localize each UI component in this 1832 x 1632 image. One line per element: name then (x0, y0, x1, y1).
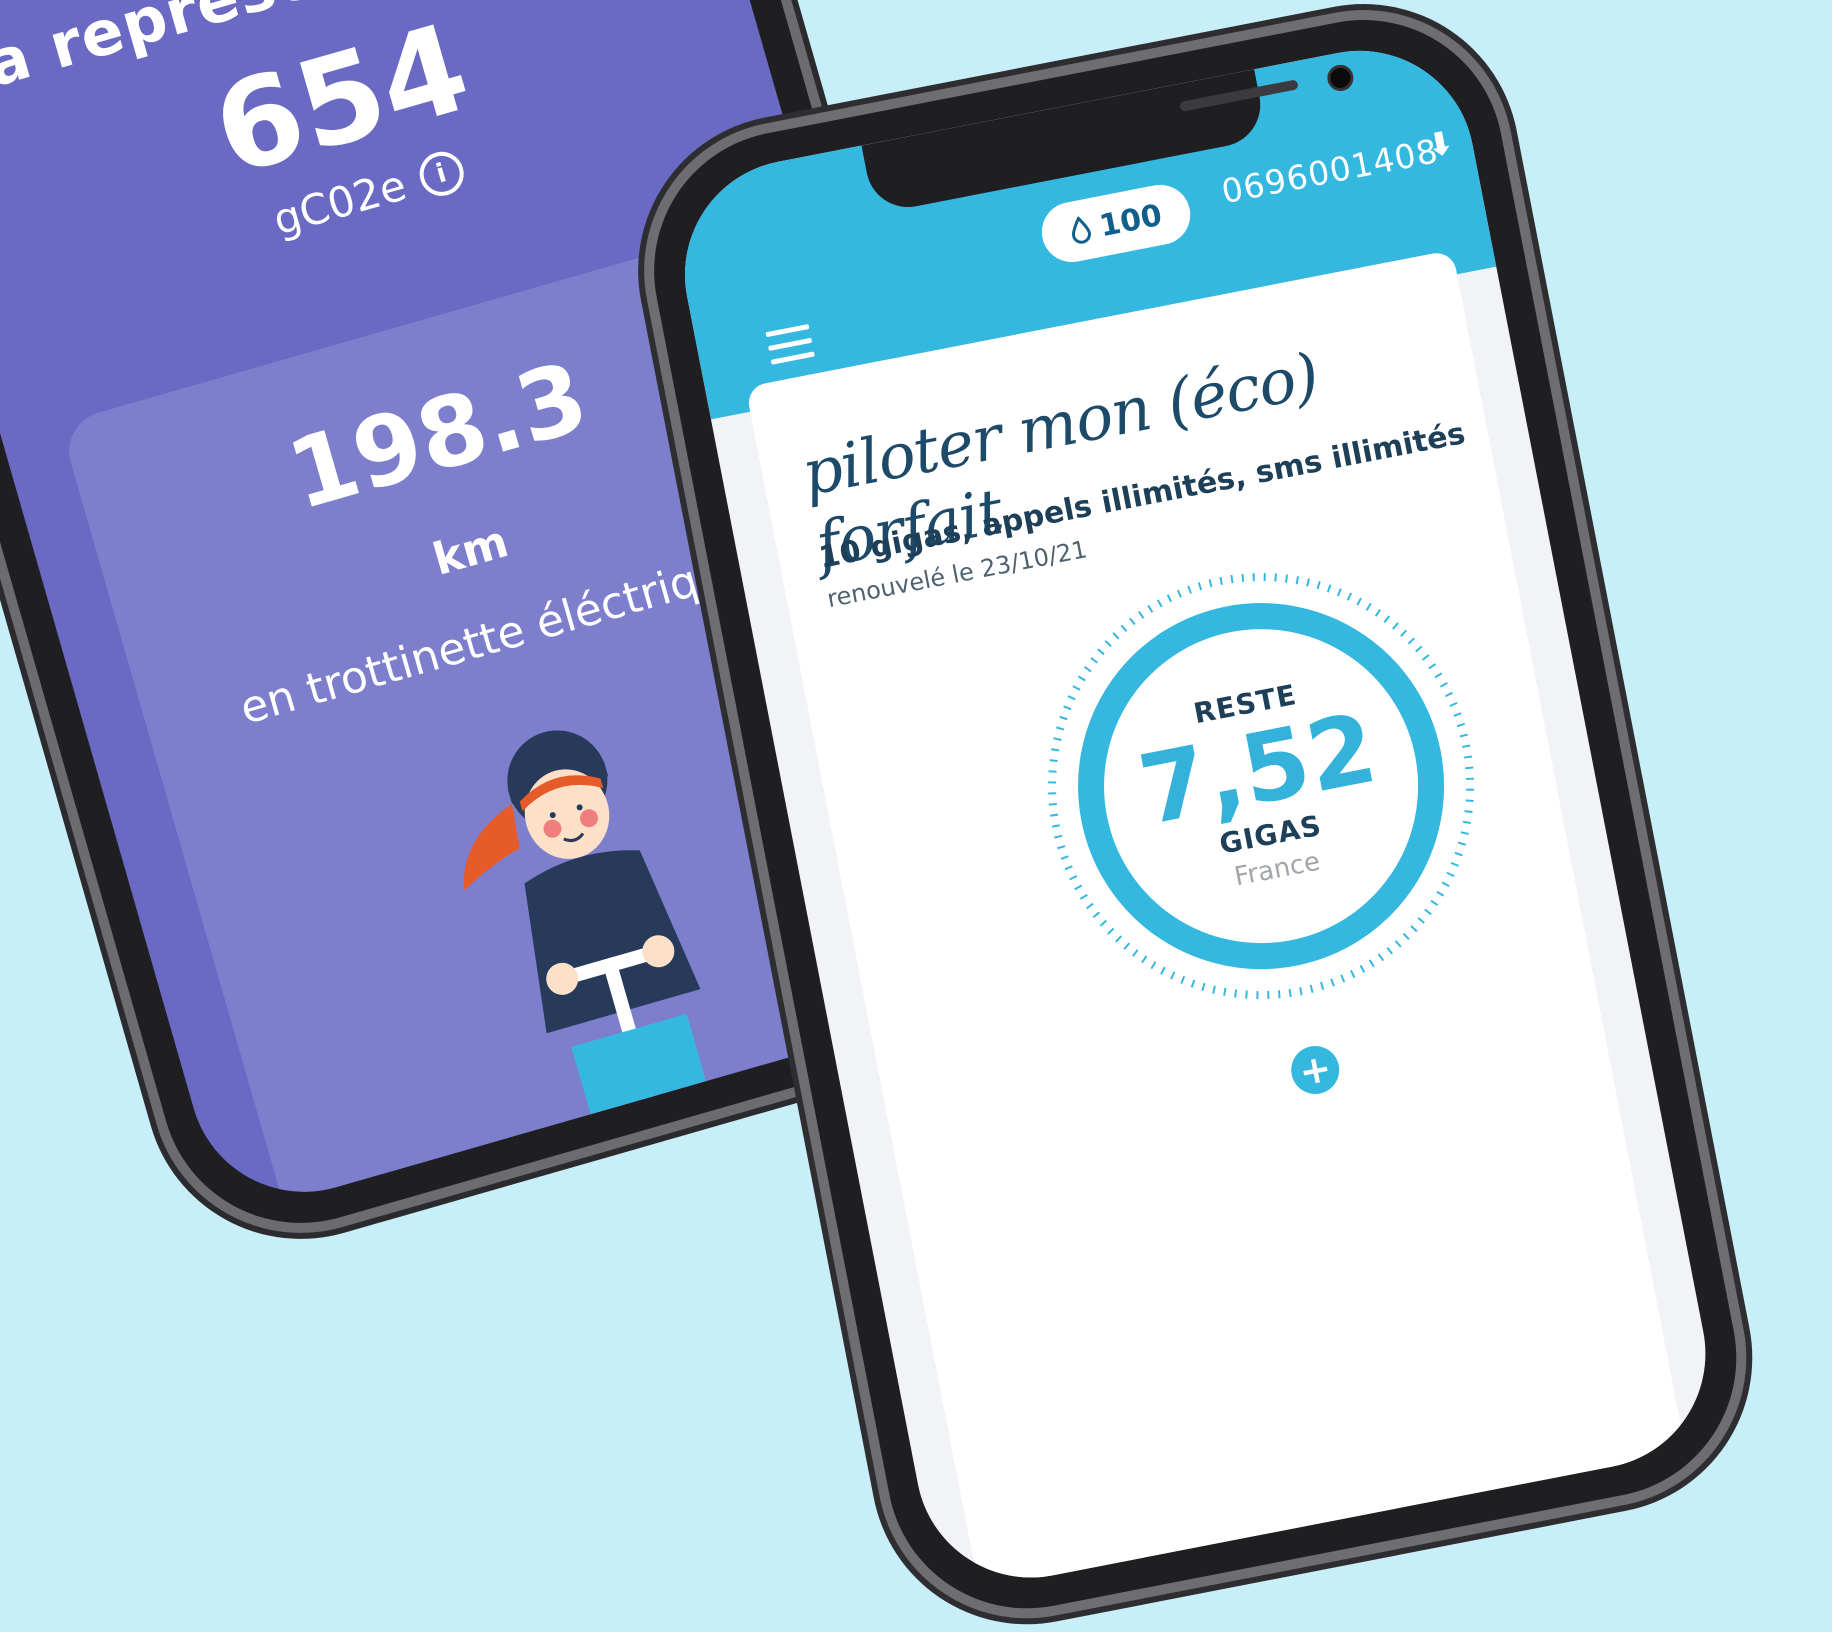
credits-badge[interactable]: 100 (1036, 179, 1196, 268)
plan-card: piloter mon (éco) forfait 10 gigas, appe… (745, 249, 1686, 1590)
credits-value: 100 (1096, 197, 1165, 244)
gauge-text: RESTE 7,52 GIGAS France (1003, 528, 1519, 1044)
water-drop-icon (1071, 216, 1091, 244)
hamburger-menu-icon[interactable] (765, 323, 815, 366)
info-icon[interactable]: i (413, 146, 469, 201)
right-phone: 100 0696001408 ⬇ piloter mon (éco) forfa… (630, 0, 1761, 1632)
right-phone-screen: 100 0696001408 ⬇ piloter mon (éco) forfa… (665, 31, 1726, 1598)
add-button[interactable]: + (1287, 1041, 1344, 1099)
scooter-rider-illustration (396, 730, 801, 1144)
download-icon[interactable]: ⬇ (1423, 123, 1457, 165)
data-remaining-gauge: RESTE 7,52 GIGAS France (1003, 528, 1519, 1044)
phone-number[interactable]: 0696001408 (1218, 131, 1441, 211)
